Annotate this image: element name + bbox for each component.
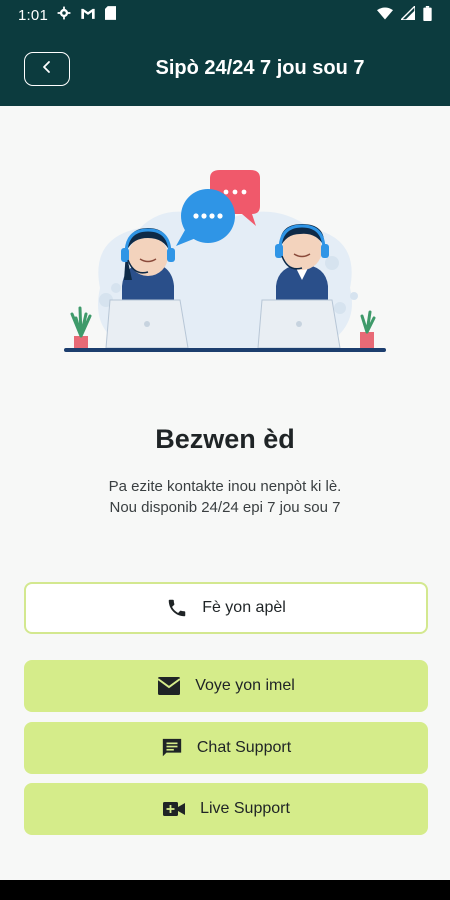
wifi-icon xyxy=(377,7,393,24)
call-button-label: Fè yon apèl xyxy=(202,599,286,616)
email-button-label: Voye yon imel xyxy=(195,677,295,694)
email-button[interactable]: Voye yon imel xyxy=(24,660,428,712)
call-button[interactable]: Fè yon apèl xyxy=(24,582,428,634)
chat-bubble-icon xyxy=(161,737,183,759)
help-description: Pa ezite kontakte inou nenpòt ki lè. Nou… xyxy=(40,476,410,518)
support-agents-illustration xyxy=(60,168,390,358)
phone-icon xyxy=(166,597,188,619)
help-heading: Bezwen èd xyxy=(155,424,295,454)
back-button[interactable] xyxy=(24,52,70,86)
live-support-label: Live Support xyxy=(200,800,290,817)
sim-icon xyxy=(105,6,116,24)
system-nav-bar xyxy=(0,880,450,900)
app-bar: Sipò 24/24 7 jou sou 7 xyxy=(0,30,450,106)
status-bar: 1:01 xyxy=(0,0,450,30)
page-title: Sipò 24/24 7 jou sou 7 xyxy=(155,56,365,79)
chat-support-label: Chat Support xyxy=(196,739,292,756)
chat-support-button[interactable]: Chat Support xyxy=(24,722,428,774)
video-call-icon xyxy=(162,800,186,818)
help-description-line1: Pa ezite kontakte inou nenpòt ki lè. xyxy=(108,478,342,495)
signal-icon xyxy=(399,4,416,24)
live-support-button[interactable]: Live Support xyxy=(24,783,428,835)
help-description-line2: Nou disponib 24/24 epi 7 jou sou 7 xyxy=(109,499,341,516)
battery-icon xyxy=(423,5,432,25)
envelope-icon xyxy=(157,676,181,696)
gmail-icon xyxy=(80,7,96,24)
gear-icon xyxy=(57,6,71,24)
chevron-left-icon xyxy=(41,60,53,79)
status-time: 1:01 xyxy=(18,6,48,24)
